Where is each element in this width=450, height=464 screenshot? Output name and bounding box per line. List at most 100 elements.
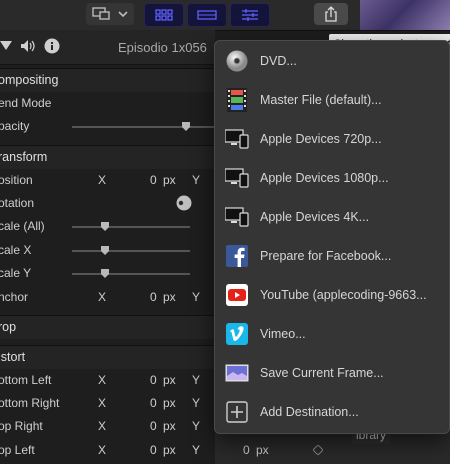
speaker-icon[interactable] [20, 39, 38, 53]
bottom-right-x-unit: px [163, 396, 176, 410]
menu-item-apple-720p[interactable]: Apple Devices 720p... [215, 119, 449, 158]
devices-icon [225, 166, 249, 190]
browser-view-button[interactable] [144, 3, 184, 27]
row-scale-y: cale Y [0, 262, 215, 285]
info-icon[interactable] [44, 38, 60, 54]
bottom-left-y-label: Y [192, 373, 201, 387]
menu-item-add-destination[interactable]: Add Destination... [215, 392, 449, 431]
menu-item-label: Vimeo... [260, 326, 306, 341]
opacity-label: pacity [0, 119, 30, 133]
scale-all-slider-knob[interactable] [101, 222, 109, 231]
anchor-label: nchor [0, 290, 29, 304]
menu-item-label: YouTube (applecoding-9663... [260, 287, 427, 302]
menu-item-apple-1080p[interactable]: Apple Devices 1080p... [215, 158, 449, 197]
bottom-left-x-value[interactable]: 0 [150, 373, 157, 387]
menu-item-label: Apple Devices 4K... [260, 209, 370, 224]
section-distort-label: istort [0, 350, 26, 364]
menu-item-youtube[interactable]: YouTube (applecoding-9663... [215, 275, 449, 314]
position-x-label: X [98, 173, 107, 187]
image-icon [225, 361, 249, 385]
scale-y-slider[interactable] [72, 273, 190, 275]
filter-icon[interactable] [0, 40, 12, 52]
share-button[interactable] [314, 3, 348, 25]
vimeo-icon [225, 322, 249, 346]
row-rotation: otation [0, 192, 215, 215]
inspector-view-button[interactable] [230, 3, 270, 27]
bottom-right-x-label: X [98, 396, 107, 410]
menu-item-save-frame[interactable]: Save Current Frame... [215, 353, 449, 392]
section-compositing[interactable]: ompositing [0, 68, 215, 92]
menu-item-facebook[interactable]: Prepare for Facebook... [215, 236, 449, 275]
rotation-dial-icon[interactable] [176, 195, 192, 211]
top-left-x-label: X [98, 443, 107, 457]
youtube-icon [225, 283, 249, 307]
row-top-right: op Right X 0 px Y [0, 415, 215, 438]
dvd-icon [225, 49, 249, 73]
menu-item-label: Apple Devices 1080p... [260, 170, 389, 185]
anchor-y-label: Y [192, 290, 201, 304]
opacity-slider[interactable] [72, 126, 215, 128]
anchor-x-value[interactable]: 0 [150, 290, 157, 304]
bottom-left-x-label: X [98, 373, 107, 387]
top-right-x-value[interactable]: 0 [150, 419, 157, 433]
bottom-right-x-value[interactable]: 0 [150, 396, 157, 410]
section-crop-label: rop [0, 320, 17, 334]
rotation-label: otation [0, 196, 35, 210]
scale-x-slider[interactable] [72, 250, 190, 252]
monitor-icon [92, 7, 110, 20]
position-y-label: Y [192, 173, 201, 187]
scale-y-slider-knob[interactable] [101, 269, 109, 278]
grid-icon [155, 9, 173, 21]
monitor-dropdown-button[interactable] [86, 3, 134, 25]
menu-item-label: Apple Devices 720p... [260, 131, 382, 146]
position-label: osition [0, 173, 33, 187]
top-left-x-value[interactable]: 0 [150, 443, 157, 457]
timeline-view-button[interactable] [187, 3, 227, 27]
toolbar [0, 0, 450, 31]
menu-item-label: Save Current Frame... [260, 365, 384, 380]
row-bottom-right: ottom Right X 0 px Y [0, 392, 215, 415]
viewer-thumbnail [360, 0, 450, 30]
row-blend-mode: end Mode [0, 92, 215, 115]
top-right-x-label: X [98, 419, 107, 433]
scale-x-label: cale X [0, 243, 32, 257]
keyframe-icon[interactable] [313, 445, 323, 455]
opacity-slider-knob[interactable] [182, 122, 190, 131]
top-right-y-label: Y [192, 419, 201, 433]
scale-x-slider-knob[interactable] [101, 246, 109, 255]
position-x-unit: px [163, 173, 176, 187]
film-strip-icon [225, 87, 249, 112]
position-x-value[interactable]: 0 [150, 173, 157, 187]
menu-item-label: Prepare for Facebook... [260, 248, 392, 263]
top-left-y-value[interactable]: 0 [243, 443, 250, 457]
top-right-label: op Right [0, 419, 43, 433]
bottom-left-label: ottom Left [0, 373, 52, 387]
scale-all-label: cale (All) [0, 219, 45, 233]
section-compositing-label: ompositing [0, 73, 59, 87]
anchor-x-unit: px [163, 290, 176, 304]
scale-all-slider[interactable] [72, 226, 190, 228]
section-transform-label: ransform [0, 150, 48, 164]
scale-y-label: cale Y [0, 266, 32, 280]
inspector-header: Episodio 1x056 [0, 30, 215, 65]
section-transform[interactable]: ransform [0, 145, 215, 169]
menu-item-apple-4k[interactable]: Apple Devices 4K... [215, 197, 449, 236]
row-bottom-left: ottom Left X 0 px Y [0, 369, 215, 392]
menu-item-label: DVD... [260, 53, 297, 68]
clip-title: Episodio 1x056 [118, 40, 207, 55]
section-crop[interactable]: rop [0, 315, 215, 339]
bottom-right-label: ottom Right [0, 396, 60, 410]
timeline-icon [197, 10, 217, 20]
menu-item-dvd[interactable]: DVD... [215, 41, 449, 80]
row-scale-all: cale (All) [0, 215, 215, 238]
anchor-x-label: X [98, 290, 107, 304]
top-left-x-unit: px [163, 443, 176, 457]
row-position: osition X 0 px Y [0, 169, 215, 192]
menu-item-master-file[interactable]: Master File (default)... [215, 80, 449, 119]
menu-item-vimeo[interactable]: Vimeo... [215, 314, 449, 353]
menu-item-label: Add Destination... [260, 404, 359, 419]
top-left-y-unit: px [256, 443, 269, 457]
section-distort[interactable]: istort [0, 345, 215, 369]
bottom-right-y-label: Y [192, 396, 201, 410]
row-scale-x: cale X [0, 239, 215, 262]
